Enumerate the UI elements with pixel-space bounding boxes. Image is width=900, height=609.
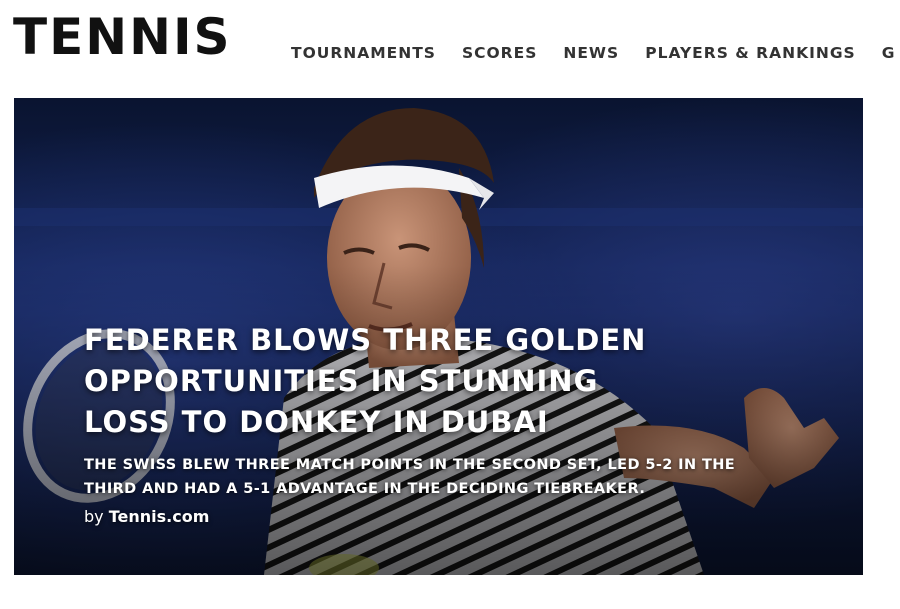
nav-item-truncated[interactable]: G [882, 41, 896, 65]
nav-item-tournaments[interactable]: TOURNAMENTS [291, 41, 436, 65]
site-logo[interactable]: TENNIS [13, 6, 232, 68]
hero-byline: by Tennis.com [84, 507, 804, 526]
site-header: TENNIS TOURNAMENTS SCORES NEWS PLAYERS & RA… [0, 0, 900, 96]
nav-item-players-rankings[interactable]: PLAYERS & RANKINGS [645, 41, 856, 65]
byline-prefix: by [84, 507, 104, 526]
page: TENNIS TOURNAMENTS SCORES NEWS PLAYERS & RA… [0, 0, 900, 609]
nav-item-scores[interactable]: SCORES [462, 41, 537, 65]
hero-text: FEDERER BLOWS THREE GOLDEN OPPORTUNITIES… [84, 320, 804, 526]
byline-source[interactable]: Tennis.com [109, 507, 210, 526]
main-nav: TOURNAMENTS SCORES NEWS PLAYERS & RANKINGS G [291, 41, 900, 65]
hero-story[interactable]: FEDERER BLOWS THREE GOLDEN OPPORTUNITIES… [14, 98, 863, 575]
hero-headline[interactable]: FEDERER BLOWS THREE GOLDEN OPPORTUNITIES… [84, 320, 664, 443]
hero-dek: THE SWISS BLEW THREE MATCH POINTS IN THE… [84, 457, 736, 497]
nav-item-news[interactable]: NEWS [563, 41, 619, 65]
